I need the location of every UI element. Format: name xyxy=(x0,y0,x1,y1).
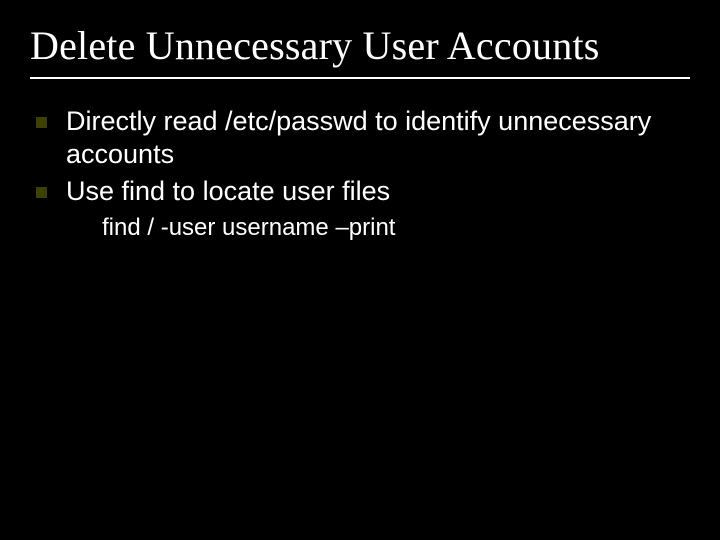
bullet-list: Directly read /etc/passwd to identify un… xyxy=(30,105,690,208)
bullet-text: Directly read /etc/passwd to identify un… xyxy=(66,106,651,169)
sub-item-text: find / -user username –print xyxy=(102,214,690,242)
bullet-item: Directly read /etc/passwd to identify un… xyxy=(30,105,690,171)
bullet-item: Use find to locate user files xyxy=(30,175,690,208)
bullet-text: Use find to locate user files xyxy=(66,176,390,206)
square-bullet-icon xyxy=(36,117,47,128)
slide-title: Delete Unnecessary User Accounts xyxy=(30,22,690,79)
square-bullet-icon xyxy=(36,187,47,198)
